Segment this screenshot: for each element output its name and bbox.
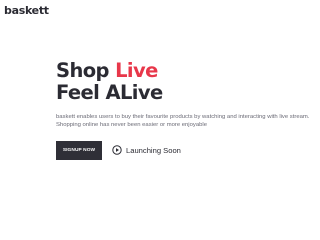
launching-soon-link[interactable]: Launching Soon: [112, 145, 181, 156]
hero-actions: SIGNUP NOW Launching Soon: [56, 140, 316, 160]
hero-section: Shop Live Feel ALive baskett enables use…: [56, 60, 316, 160]
headline-line-1: Shop Live: [56, 59, 158, 82]
signup-button[interactable]: SIGNUP NOW: [56, 140, 102, 160]
hero-description: baskett enables users to buy their favou…: [56, 114, 310, 129]
landing-page: baskett Shop Live Feel ALive baskett ena…: [0, 0, 320, 240]
headline-line-2: Feel ALive: [56, 81, 163, 104]
brand-logo[interactable]: baskett: [4, 4, 49, 17]
hero-headline: Shop Live Feel ALive: [56, 60, 316, 104]
play-circle-icon: [112, 145, 122, 156]
headline-live-accent: Live: [115, 59, 158, 82]
launching-soon-label: Launching Soon: [126, 145, 181, 155]
headline-shop-text: Shop: [56, 59, 116, 82]
